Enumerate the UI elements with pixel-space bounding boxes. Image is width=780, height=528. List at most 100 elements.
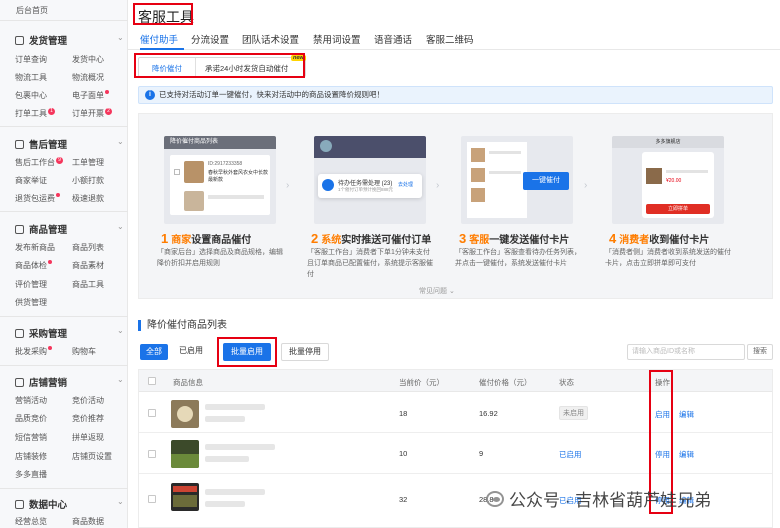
sidebar-item[interactable]: 小额打款 bbox=[72, 175, 104, 186]
sidebar-item-e-waybill[interactable]: 电子面单 bbox=[72, 90, 109, 101]
edit-link[interactable]: 编辑 bbox=[679, 409, 694, 420]
product-image bbox=[646, 168, 662, 184]
sidebar-section-goods[interactable]: 商品管理 ⌄ bbox=[15, 222, 124, 236]
step-description: 「客服工作台」客服查看待办任务列表，并点击一键催付，系统发送催付卡片 bbox=[455, 249, 581, 267]
select-all-checkbox[interactable] bbox=[148, 377, 156, 385]
mock-text: ¥20.00 bbox=[666, 178, 682, 184]
sidebar-item[interactable]: 商品工具 bbox=[72, 279, 104, 290]
product-thumbnail bbox=[171, 440, 199, 468]
highlight-box bbox=[134, 53, 305, 78]
sidebar-item[interactable]: 发货中心 bbox=[72, 54, 104, 65]
sidebar-item[interactable]: 物流概况 bbox=[72, 72, 104, 83]
sidebar-item[interactable]: 物流工具 bbox=[15, 72, 47, 83]
sidebar-item[interactable]: 拼单返现 bbox=[72, 432, 104, 443]
tab-banned-words[interactable]: 禁用词设置 bbox=[313, 32, 361, 46]
sidebar-item-print-tool[interactable]: 打单工具 1 bbox=[15, 108, 55, 119]
sidebar-item[interactable]: 多多直播 bbox=[15, 469, 47, 480]
tab-urge-assistant[interactable]: 催付助手 bbox=[140, 32, 178, 46]
filter-enabled[interactable]: 已启用 bbox=[172, 344, 210, 360]
sidebar-item[interactable]: 商品素材 bbox=[72, 260, 104, 271]
chevron-up-icon[interactable]: ⌄ bbox=[117, 375, 124, 384]
sidebar-item[interactable]: 店铺页设置 bbox=[72, 451, 112, 462]
thumb-detail bbox=[173, 486, 197, 492]
sidebar-item[interactable]: 极速退款 bbox=[72, 193, 104, 204]
sidebar-item-invoice[interactable]: 订单开票 2 bbox=[72, 108, 112, 119]
sidebar-item[interactable]: 包裹中心 bbox=[15, 90, 47, 101]
wechat-icon bbox=[486, 490, 504, 507]
checkbox-icon bbox=[174, 169, 180, 175]
sidebar-item-return-shipping[interactable]: 退货包运费 bbox=[15, 193, 60, 204]
batch-disable-button[interactable]: 批量停用 bbox=[281, 343, 329, 361]
table-row: 18 16.92 未启用 启用 编辑 bbox=[139, 394, 772, 433]
sidebar-item[interactable]: 商品列表 bbox=[72, 242, 104, 253]
urge-price: 16.92 bbox=[479, 409, 498, 418]
product-thumbnail bbox=[171, 400, 199, 428]
tab-team-script[interactable]: 团队话术设置 bbox=[242, 32, 299, 46]
sidebar-section-shipping[interactable]: 发货管理 ⌄ bbox=[15, 33, 124, 47]
sidebar-item[interactable]: 店铺装修 bbox=[15, 451, 47, 462]
mock-task-card: 待办任务需处理 (23) 1个催付订单预计挽回888元 去处理 bbox=[318, 174, 422, 198]
sidebar-item[interactable]: 工单管理 bbox=[72, 157, 104, 168]
edit-link[interactable]: 编辑 bbox=[679, 449, 694, 460]
sidebar-item[interactable]: 发布新商品 bbox=[15, 242, 55, 253]
blurred-product-id bbox=[205, 501, 245, 507]
watermark: 公众号 · 吉林省葫芦娃兄弟 bbox=[486, 486, 711, 511]
mock-text: ID:2917233358 bbox=[208, 161, 243, 167]
sidebar-section-marketing[interactable]: 店铺营销 ⌄ bbox=[15, 375, 124, 389]
sidebar-item[interactable]: 品质竞价 bbox=[15, 413, 47, 424]
current-price: 10 bbox=[399, 449, 408, 458]
highlight-box bbox=[133, 3, 193, 25]
info-notice: i 已支持对活动订单一键催付，快来对活动中的商品设置降价规则吧！ bbox=[138, 86, 773, 104]
row-checkbox[interactable] bbox=[148, 409, 156, 417]
chevron-up-icon[interactable]: ⌄ bbox=[117, 497, 124, 506]
chevron-up-icon[interactable]: ⌄ bbox=[117, 33, 124, 42]
app-root: 后台首页 发货管理 ⌄ 订单查询 发货中心 物流工具 物流概况 包裹中心 电子面单… bbox=[0, 0, 780, 528]
sidebar-section-after-sale[interactable]: 售后管理 ⌄ bbox=[15, 137, 124, 151]
chevron-up-icon[interactable]: ⌄ bbox=[117, 222, 124, 231]
chevron-up-icon[interactable]: ⌄ bbox=[117, 326, 124, 335]
mock-text: 待办任务需处理 (23) bbox=[338, 181, 393, 187]
thumb-detail bbox=[171, 454, 199, 468]
sidebar-item[interactable]: 评价管理 bbox=[15, 279, 47, 290]
product-image bbox=[471, 188, 485, 202]
sidebar-item[interactable]: 商家举证 bbox=[15, 175, 47, 186]
tab-voice-call[interactable]: 语音通话 bbox=[374, 32, 412, 46]
store-icon bbox=[15, 377, 24, 387]
table-header: 商品信息 当前价（元） 催付价格（元） 状态 操作 bbox=[139, 370, 772, 392]
sidebar-item[interactable]: 经营总览 bbox=[15, 516, 47, 527]
search-button[interactable]: 搜索 bbox=[747, 344, 773, 360]
step-title: 4 消费者收到催付卡片 bbox=[609, 231, 710, 246]
mock-text: 春秋早秋外套风衣女中长款 bbox=[208, 170, 269, 176]
sidebar-item-after-sale-desk[interactable]: 售后工作台 9 bbox=[15, 157, 63, 168]
mock-text: 最新款 bbox=[208, 177, 224, 183]
tab-qr-code[interactable]: 客服二维码 bbox=[426, 32, 474, 46]
product-image bbox=[184, 191, 204, 211]
sidebar-item-wholesale[interactable]: 批发采购 bbox=[15, 346, 52, 357]
sidebar-section-purchase[interactable]: 采购管理 ⌄ bbox=[15, 326, 124, 340]
mock-line bbox=[489, 151, 521, 154]
sidebar-section-data[interactable]: 数据中心 ⌄ bbox=[15, 497, 124, 511]
row-checkbox[interactable] bbox=[148, 450, 156, 458]
sidebar-item[interactable]: 购物车 bbox=[72, 346, 96, 357]
tab-diversion[interactable]: 分流设置 bbox=[191, 32, 229, 46]
filter-all[interactable]: 全部 bbox=[140, 344, 168, 360]
divider bbox=[0, 126, 128, 127]
sidebar-item[interactable]: 供货管理 bbox=[15, 297, 47, 308]
count-badge: 2 bbox=[105, 108, 112, 115]
sidebar-home-link[interactable]: 后台首页 bbox=[16, 5, 48, 16]
sidebar-item[interactable]: 短信营销 bbox=[15, 432, 47, 443]
sidebar-item-goods-check[interactable]: 商品体检 bbox=[15, 260, 52, 271]
chevron-up-icon[interactable]: ⌄ bbox=[117, 137, 124, 146]
sidebar-item[interactable]: 竞价活动 bbox=[72, 395, 104, 406]
row-checkbox[interactable] bbox=[148, 495, 156, 503]
sidebar-item[interactable]: 商品数据 bbox=[72, 516, 104, 527]
sidebar-item[interactable]: 营销活动 bbox=[15, 395, 47, 406]
faq-link[interactable]: 常见问题 ⌄ bbox=[419, 286, 455, 296]
sidebar-item[interactable]: 竞价推荐 bbox=[72, 413, 104, 424]
sidebar-item[interactable]: 订单查询 bbox=[15, 54, 47, 65]
chart-icon bbox=[15, 499, 24, 509]
column-header: 状态 bbox=[559, 378, 574, 387]
column-header: 催付价格（元） bbox=[479, 378, 532, 387]
search-input[interactable]: 请输入商品ID或名称 bbox=[627, 344, 745, 360]
after-sale-icon bbox=[15, 139, 24, 149]
